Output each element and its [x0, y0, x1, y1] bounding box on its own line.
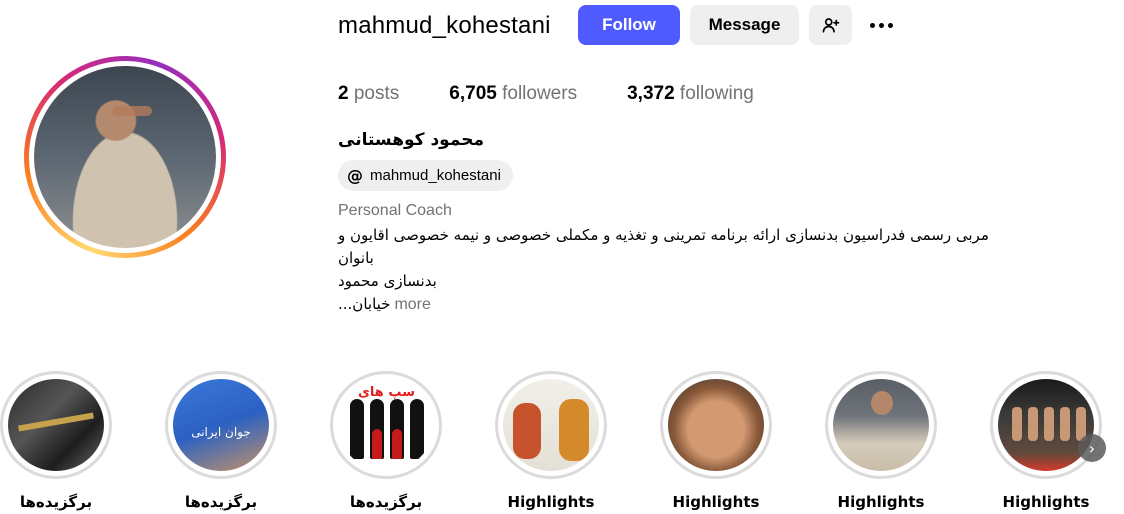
highlight-cover-text: سپ های — [358, 385, 415, 400]
followers-label: followers — [502, 83, 578, 104]
posts-label: posts — [353, 83, 400, 104]
posts-count: 2 — [338, 83, 349, 104]
more-dot — [887, 22, 893, 28]
highlight-item[interactable]: Highlights — [660, 371, 772, 511]
chevron-right-icon[interactable]: › — [1078, 434, 1106, 462]
more-dot — [878, 22, 884, 28]
cover-figure — [1044, 407, 1054, 441]
cover-figure — [392, 429, 402, 459]
posts-stat: 2 posts — [338, 83, 399, 105]
profile-page: mahmud_kohestani Follow Message 2 posts … — [0, 0, 1124, 514]
cover-figure — [410, 399, 424, 459]
bio-more-link[interactable]: more — [394, 293, 430, 316]
highlight-label: Highlights — [507, 493, 595, 511]
message-button[interactable]: Message — [690, 5, 799, 45]
cover-figure — [350, 399, 364, 459]
highlight-cover — [833, 379, 929, 471]
highlight-cover: سپ های — [338, 379, 434, 471]
highlight-cover-text: جوان ایرانی — [191, 425, 251, 439]
threads-link[interactable]: @ mahmud_kohestani — [338, 160, 513, 191]
avatar — [34, 66, 216, 248]
highlight-gap: سپ های — [333, 374, 439, 476]
highlight-gap — [3, 374, 109, 476]
more-horizontal-icon — [869, 22, 875, 28]
highlight-ring — [660, 371, 772, 479]
highlight-label: برگزیده‌ها — [19, 493, 93, 511]
highlight-cover — [998, 379, 1094, 471]
highlight-label: Highlights — [672, 493, 760, 511]
highlight-gap — [828, 374, 934, 476]
highlight-ring — [825, 371, 937, 479]
cover-figure — [513, 403, 541, 459]
highlight-cover — [668, 379, 764, 471]
highlight-gap — [663, 374, 769, 476]
highlight-item[interactable]: Highlights — [495, 371, 607, 511]
bio-line: مربی رسمی فدراسیون بدنسازی ارائه برنامه … — [338, 226, 989, 244]
suggest-user-button[interactable] — [809, 5, 852, 45]
highlight-ring — [0, 371, 112, 479]
highlight-ring — [495, 371, 607, 479]
highlight-item[interactable]: Highlights — [825, 371, 937, 511]
highlight-label: برگزیده‌ها — [184, 493, 258, 511]
highlight-ring: جوان ایرانی — [165, 371, 277, 479]
highlight-cover — [8, 379, 104, 471]
cover-figure — [1012, 407, 1022, 441]
cover-figure — [372, 429, 382, 459]
profile-avatar-story-ring[interactable] — [24, 56, 226, 258]
profile-category: Personal Coach — [338, 202, 452, 219]
cover-figure — [1060, 407, 1070, 441]
bio-last-line: خیابان... more — [338, 293, 1078, 316]
person-plus-icon — [822, 18, 839, 33]
highlight-gap — [993, 374, 1099, 476]
highlight-ring: سپ های — [330, 371, 442, 479]
followers-stat[interactable]: 6,705 followers — [449, 83, 577, 105]
avatar-inner — [29, 61, 221, 253]
following-stat[interactable]: 3,372 following — [627, 83, 754, 105]
highlight-item[interactable]: برگزیده‌ها — [0, 371, 112, 511]
highlight-cover — [503, 379, 599, 471]
highlight-label: Highlights — [1002, 493, 1090, 511]
threads-icon: @ — [347, 166, 363, 185]
following-count: 3,372 — [627, 83, 675, 104]
more-options-button[interactable] — [863, 10, 899, 40]
profile-bio: مربی رسمی فدراسیون بدنسازی ارائه برنامه … — [338, 224, 1078, 316]
highlight-item[interactable]: سپ های برگزیده‌ها — [330, 371, 442, 511]
highlight-item[interactable]: جوان ایرانی برگزیده‌ها — [165, 371, 277, 511]
profile-username: mahmud_kohestani — [338, 12, 551, 39]
cover-figure — [871, 391, 893, 415]
highlight-label: برگزیده‌ها — [349, 493, 423, 511]
profile-stats: 2 posts 6,705 followers 3,372 following — [338, 83, 804, 105]
highlight-gap: جوان ایرانی — [168, 374, 274, 476]
cover-bar — [18, 412, 94, 432]
highlight-ring — [990, 371, 1102, 479]
threads-handle: mahmud_kohestani — [370, 167, 501, 184]
follow-button[interactable]: Follow — [578, 5, 680, 45]
avatar-glasses — [112, 106, 152, 116]
bio-line: خیابان... — [338, 295, 391, 313]
cover-figure — [1028, 407, 1038, 441]
followers-count: 6,705 — [449, 83, 497, 104]
highlight-gap — [498, 374, 604, 476]
bio-line: بانوان — [338, 249, 374, 267]
following-label: following — [679, 83, 754, 104]
profile-full-name: محمود کوهستانی — [338, 130, 485, 150]
highlight-label: Highlights — [837, 493, 925, 511]
cover-figure — [559, 399, 589, 461]
bio-line: بدنسازی محمود — [338, 272, 437, 290]
highlight-cover: جوان ایرانی — [173, 379, 269, 471]
